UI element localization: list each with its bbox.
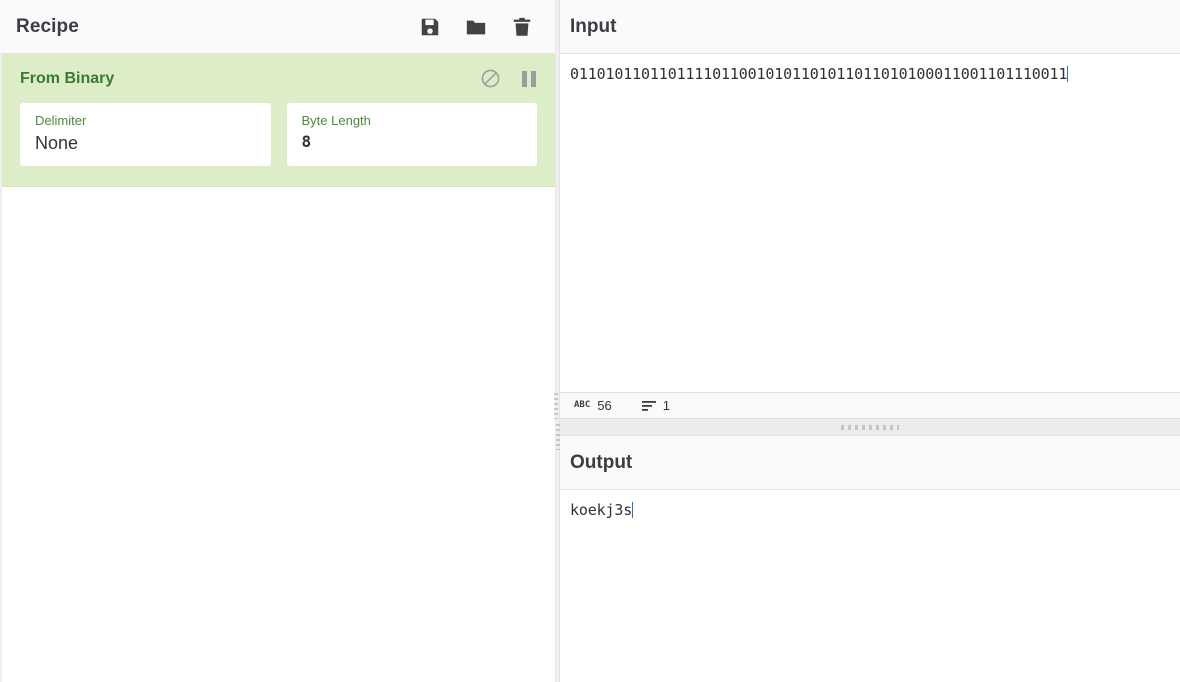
input-status-bar: ABC 56 1 — [554, 392, 1180, 419]
save-recipe-button[interactable] — [419, 16, 441, 38]
recipe-operation-list[interactable]: From Binary Delimiter None Byte Length 8 — [0, 54, 555, 682]
argument-byte-length[interactable]: Byte Length 8 — [286, 103, 537, 167]
argument-delimiter[interactable]: Delimiter None — [20, 103, 271, 167]
output-editor[interactable]: koekj3s — [560, 490, 1180, 682]
folder-icon — [466, 20, 486, 34]
splitter-grip-icon — [841, 425, 899, 430]
trash-icon — [513, 17, 531, 36]
output-title-bar: Output — [560, 436, 1180, 490]
input-output-splitter[interactable] — [560, 418, 1180, 436]
output-text: koekj3s — [570, 501, 633, 519]
argument-label: Delimiter — [35, 113, 87, 128]
input-lines-value: 1 — [662, 398, 670, 413]
operation-controls — [480, 68, 537, 89]
pause-icon — [522, 70, 536, 87]
input-lines-status[interactable]: 1 — [641, 398, 670, 413]
io-pane: Input 0110101101101111011001010110101101… — [554, 0, 1180, 682]
output-pane-title: Output — [570, 451, 633, 473]
set-breakpoint-button[interactable] — [521, 70, 537, 88]
cyberchef-app: Recipe From Binary Delimiter None Byte L… — [0, 0, 1180, 682]
recipe-title-bar: Recipe — [0, 0, 555, 54]
circle-slash-icon — [481, 69, 500, 88]
input-length-value: 56 — [597, 398, 612, 413]
operation-arguments: Delimiter None Byte Length 8 — [20, 103, 537, 167]
operation-title: From Binary — [20, 69, 115, 87]
load-recipe-button[interactable] — [465, 16, 487, 38]
save-icon — [421, 18, 439, 35]
abc-icon: ABC — [574, 400, 591, 410]
input-length-status[interactable]: ABC 56 — [574, 398, 612, 413]
input-section: Input 0110101101101111011001010110101101… — [554, 0, 1180, 419]
input-title-bar: Input — [560, 0, 1180, 54]
input-pane-title: Input — [570, 15, 617, 37]
recipe-operation-from-binary[interactable]: From Binary Delimiter None Byte Length 8 — [2, 54, 555, 188]
recipe-pane-title: Recipe — [16, 15, 79, 37]
input-caret — [1067, 66, 1069, 82]
output-section: Output koekj3s — [560, 436, 1180, 682]
status-grip-icon — [554, 393, 558, 419]
byte-length-input-value: 8 — [301, 131, 312, 151]
output-caret — [632, 502, 634, 518]
input-text: 0110101101101111011001010110101101101010… — [570, 65, 1068, 83]
recipe-pane: Recipe From Binary Delimiter None Byte L… — [0, 0, 556, 682]
input-editor[interactable]: 0110101101101111011001010110101101101010… — [560, 54, 1180, 392]
operation-header: From Binary — [20, 68, 537, 89]
recipe-toolbar — [419, 16, 533, 38]
clear-recipe-button[interactable] — [511, 16, 533, 38]
argument-label: Byte Length — [301, 113, 371, 128]
disable-operation-button[interactable] — [480, 68, 501, 89]
delimiter-select-value: None — [35, 132, 79, 153]
lines-icon — [641, 400, 656, 411]
